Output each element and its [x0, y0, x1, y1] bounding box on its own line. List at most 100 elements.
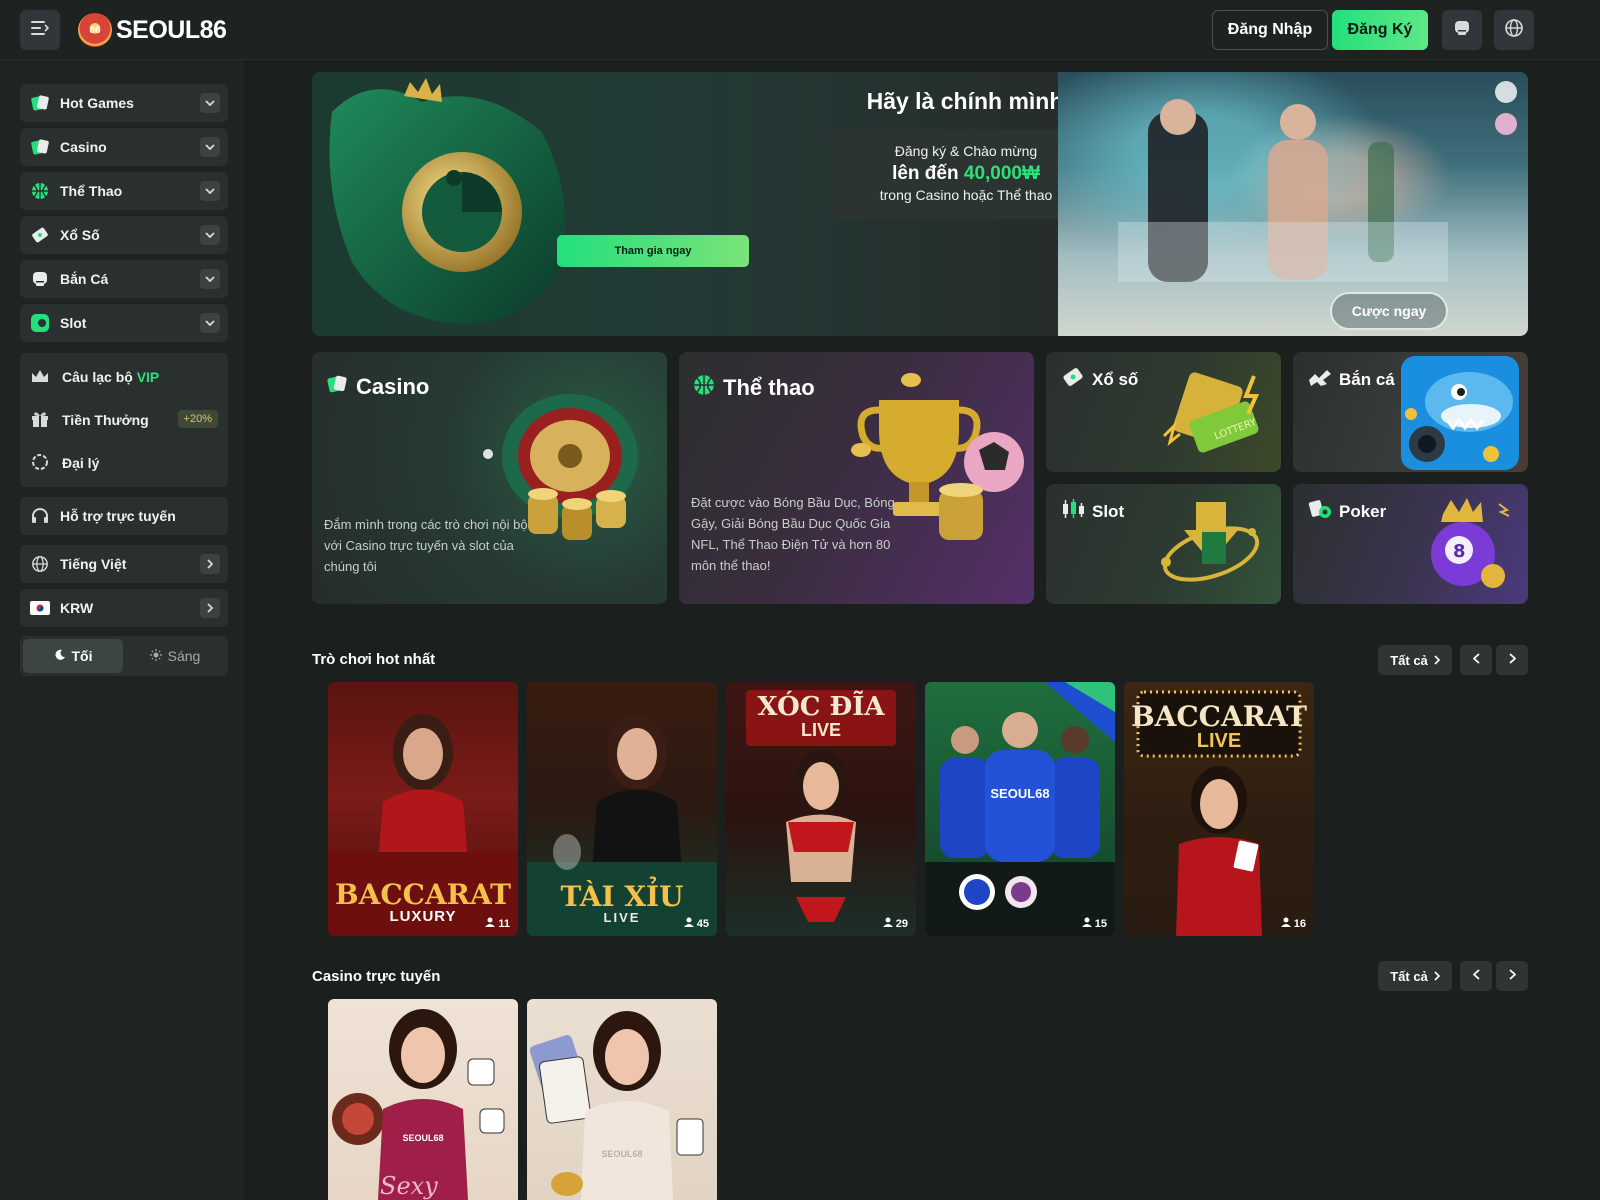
- player-count-value: 16: [1293, 917, 1306, 930]
- promo-amount: 40,000₩: [963, 163, 1040, 184]
- game-tile-casino-host[interactable]: SEOUL68: [527, 999, 717, 1200]
- user-icon: [882, 917, 893, 930]
- category-poker-label: Poker: [1339, 501, 1387, 521]
- chevron-right-icon[interactable]: [200, 598, 220, 618]
- tile-subtitle: LIVE: [1196, 730, 1242, 752]
- player-count: 11: [485, 917, 510, 930]
- user-icon: [683, 917, 694, 930]
- sidebar-item-language[interactable]: Tiếng Việt: [20, 545, 228, 583]
- chevron-left-icon: [1472, 651, 1480, 669]
- sidebar-item-label: Hot Games: [60, 95, 134, 111]
- lottery-ticket-art: LOTTERY: [1154, 366, 1272, 471]
- sidebar-item-bonus[interactable]: Tiền Thưởng +20%: [30, 406, 218, 434]
- chevron-right-icon[interactable]: [200, 554, 220, 574]
- chevron-down-icon[interactable]: [200, 225, 220, 245]
- chevron-left-icon: [1472, 967, 1480, 985]
- sidebar-item-slot[interactable]: Slot: [20, 304, 228, 342]
- game-tile-xoc-dia-live[interactable]: XÓC ĐĨA LIVE 29: [726, 682, 916, 936]
- category-card-lottery[interactable]: Xổ số LOTTERY: [1046, 352, 1281, 472]
- chevron-down-icon[interactable]: [200, 181, 220, 201]
- support-label: Hỗ trợ trực tuyến: [60, 508, 176, 524]
- sidebar-item-label: Slot: [60, 315, 87, 331]
- category-title-slot: Slot: [1060, 498, 1124, 525]
- sidebar-item-lottery[interactable]: Xổ Số: [20, 216, 228, 254]
- chat-button[interactable]: [1442, 10, 1482, 50]
- logo-emblem-art: [312, 72, 592, 336]
- chevron-down-icon[interactable]: [200, 93, 220, 113]
- sidebar-item-currency[interactable]: KRW: [20, 589, 228, 627]
- headset-icon: [30, 506, 50, 526]
- theme-light-button[interactable]: Sáng: [125, 639, 225, 673]
- promo-prefix: lên đến: [892, 163, 959, 184]
- chevron-right-icon: [1434, 969, 1440, 984]
- ticket-icon: [30, 225, 50, 245]
- slot-arrow-art: [1156, 492, 1266, 597]
- online-casino-next-button[interactable]: [1496, 961, 1528, 991]
- game-tile-sexy-casino[interactable]: Sexy SEOUL68: [328, 999, 518, 1200]
- chevron-down-icon[interactable]: [200, 313, 220, 333]
- theme-dark-button[interactable]: Tối: [23, 639, 123, 673]
- category-card-poker[interactable]: Poker 8: [1293, 484, 1528, 604]
- menu-toggle-button[interactable]: [20, 10, 60, 50]
- game-tile-baccarat-luxury[interactable]: BACCARAT LUXURY 11: [328, 682, 518, 936]
- tile-subtitle: LIVE: [800, 720, 841, 740]
- online-casino-view-all-button[interactable]: Tất cả: [1378, 961, 1452, 991]
- player-count: 45: [683, 917, 709, 930]
- sidebar-item-label: Thể Thao: [60, 183, 123, 199]
- section-title-online-casino: Casino trực tuyến: [312, 968, 441, 985]
- moon-icon: [54, 648, 66, 664]
- top-header: 86 SEOUL86 Đăng Nhập Đăng Ký: [0, 0, 1600, 60]
- sidebar-item-casino[interactable]: Casino: [20, 128, 228, 166]
- site-logo[interactable]: 86 SEOUL86: [78, 12, 227, 48]
- theme-dark-label: Tối: [71, 648, 93, 664]
- online-casino-prev-button[interactable]: [1460, 961, 1492, 991]
- game-tile-sports-team[interactable]: SEOUL68 15: [925, 682, 1115, 936]
- sidebar-item-support[interactable]: Hỗ trợ trực tuyến: [20, 497, 228, 535]
- sidebar-item-sports[interactable]: Thể Thao: [20, 172, 228, 210]
- category-card-fishing[interactable]: Bắn cá: [1293, 352, 1528, 472]
- host-art: Sexy: [332, 1009, 505, 1200]
- bonus-badge: +20%: [177, 410, 218, 428]
- fish-icon: [30, 269, 50, 289]
- bonus-label: Tiền Thưởng: [62, 412, 149, 428]
- logo-chip-text: 86: [89, 24, 101, 36]
- bet-now-button[interactable]: Cược ngay: [1330, 292, 1448, 330]
- promo-banner: Hãy là chính mình Đăng ký & Chào mừng lê…: [312, 72, 1528, 336]
- sidebar-item-hot-games[interactable]: Hot Games: [20, 84, 228, 122]
- category-desc-sports: Đặt cược vào Bóng Bầu Dục, Bóng Gậy, Giả…: [691, 495, 895, 573]
- category-card-slot[interactable]: Slot: [1046, 484, 1281, 604]
- sidebar-item-agent[interactable]: Đại lý: [30, 449, 218, 477]
- players-art: [925, 682, 1115, 936]
- basketball-icon: [693, 374, 715, 402]
- crown-icon: [30, 368, 50, 387]
- vip-word: VIP: [136, 369, 160, 385]
- register-button[interactable]: Đăng Ký: [1332, 10, 1428, 50]
- sidebar-item-label: Bắn Cá: [60, 271, 109, 287]
- sidebar-item-fishing[interactable]: Bắn Cá: [20, 260, 228, 298]
- chevron-down-icon[interactable]: [200, 137, 220, 157]
- theme-light-label: Sáng: [167, 648, 201, 664]
- cards-icon: [30, 93, 50, 113]
- category-card-sports[interactable]: Thể thao Đặt cược vào Bóng Bầu Dục, Bóng…: [679, 352, 1034, 604]
- ticket-icon: [1060, 366, 1086, 393]
- vip-club-label: Câu lạc bộ VIP: [62, 369, 159, 385]
- user-icon: [1081, 917, 1092, 930]
- hot-games-next-button[interactable]: [1496, 645, 1528, 675]
- chevron-down-icon[interactable]: [200, 269, 220, 289]
- join-now-button[interactable]: Tham gia ngay: [557, 235, 749, 267]
- player-count-value: 29: [895, 917, 908, 930]
- tile-title: SEOUL68: [990, 786, 1050, 801]
- agent-label: Đại lý: [62, 455, 100, 471]
- hot-games-prev-button[interactable]: [1460, 645, 1492, 675]
- language-button[interactable]: [1494, 10, 1534, 50]
- hot-games-view-all-button[interactable]: Tất cả: [1378, 645, 1452, 675]
- login-button[interactable]: Đăng Nhập: [1212, 10, 1328, 50]
- game-tile-tai-xiu-live[interactable]: TÀI XỈU LIVE 45: [527, 682, 717, 936]
- sidebar-item-vip-club[interactable]: Câu lạc bộ VIP: [30, 363, 218, 391]
- logo-text: SEOUL86: [116, 15, 227, 44]
- korea-flag-icon: [30, 598, 50, 618]
- language-label: Tiếng Việt: [60, 556, 127, 572]
- game-tile-baccarat-live[interactable]: BACCARAT LIVE 16: [1124, 682, 1314, 936]
- tile-script-text: Sexy: [380, 1172, 438, 1200]
- category-card-casino[interactable]: Casino Đắm mình trong các trò chơi nội b…: [312, 352, 667, 604]
